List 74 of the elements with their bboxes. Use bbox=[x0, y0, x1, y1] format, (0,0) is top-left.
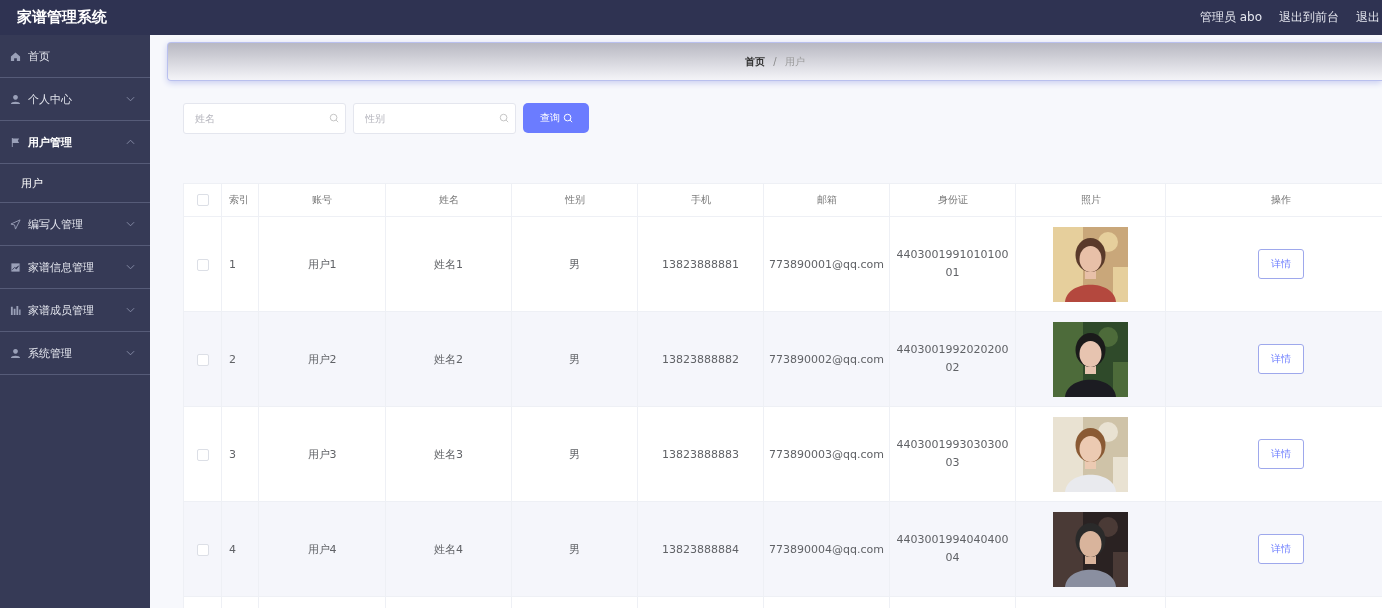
column-header: 手机 bbox=[637, 183, 764, 217]
table-cell: 3 bbox=[221, 406, 259, 502]
sidebar-item[interactable]: 家谱成员管理 bbox=[0, 289, 150, 332]
table-cell: 13823888881 bbox=[637, 216, 764, 312]
table-cell: 姓名2 bbox=[385, 311, 512, 407]
search-icon bbox=[329, 113, 339, 123]
column-header: 操作 bbox=[1165, 183, 1382, 217]
table-cell: 773890002@qq.com bbox=[763, 311, 890, 407]
column-header: 性别 bbox=[511, 183, 638, 217]
user-icon bbox=[10, 347, 21, 359]
app-title: 家谱管理系统 bbox=[17, 8, 107, 27]
table-cell: 773890003@qq.com bbox=[763, 406, 890, 502]
sidebar-item[interactable]: 首页 bbox=[0, 35, 150, 78]
search-field[interactable]: 姓名 bbox=[183, 103, 346, 134]
search-icon bbox=[499, 113, 509, 123]
details-button[interactable]: 详情 bbox=[1257, 344, 1304, 374]
sidebar-subitem[interactable]: 用户 bbox=[0, 164, 150, 203]
flag-icon bbox=[10, 136, 21, 148]
table-cell: 773890001@qq.com bbox=[763, 216, 890, 312]
breadcrumb-separator: / bbox=[773, 56, 777, 67]
header-link[interactable]: 退出 bbox=[1356, 9, 1380, 26]
row-checkbox[interactable] bbox=[196, 543, 209, 556]
table-cell: 姓名3 bbox=[385, 406, 512, 502]
column-header: 账号 bbox=[258, 183, 386, 217]
sidebar-item[interactable]: 用户管理 bbox=[0, 121, 150, 164]
row-checkbox[interactable] bbox=[196, 448, 209, 461]
table-cell: 13823888882 bbox=[637, 311, 764, 407]
table-cell: 男 bbox=[511, 311, 638, 407]
sidebar-item[interactable]: 个人中心 bbox=[0, 78, 150, 121]
table-cell: 男 bbox=[511, 216, 638, 312]
search-icon bbox=[562, 113, 573, 123]
table-cell: 用户2 bbox=[258, 311, 386, 407]
chart-icon bbox=[10, 261, 21, 273]
table-cell: 男 bbox=[511, 406, 638, 502]
table-cell: 13823888883 bbox=[637, 406, 764, 502]
column-header: 邮箱 bbox=[763, 183, 890, 217]
table-cell: 1 bbox=[221, 216, 259, 312]
table-cell: 用户4 bbox=[258, 501, 386, 597]
table-cell: 440300199101010001 bbox=[889, 216, 1016, 312]
row-checkbox[interactable] bbox=[196, 353, 209, 366]
table-cell: 773890004@qq.com bbox=[763, 501, 890, 597]
table-cell: 姓名1 bbox=[385, 216, 512, 312]
breadcrumb-item[interactable]: 首页 bbox=[745, 54, 766, 69]
table-cell: 姓名4 bbox=[385, 501, 512, 597]
sidebar-item[interactable]: 家谱信息管理 bbox=[0, 246, 150, 289]
table-cell: 2 bbox=[221, 311, 259, 407]
table-cell: 440300199303030003 bbox=[889, 406, 1016, 502]
details-button[interactable]: 详情 bbox=[1257, 249, 1304, 279]
table-cell: 13823888884 bbox=[637, 501, 764, 597]
row-checkbox[interactable] bbox=[196, 258, 209, 271]
table-cell: 4 bbox=[221, 501, 259, 597]
column-header: 照片 bbox=[1015, 183, 1166, 217]
table-cell: 用户1 bbox=[258, 216, 386, 312]
column-header: 身份证 bbox=[889, 183, 1016, 217]
search-field[interactable]: 性别 bbox=[353, 103, 516, 134]
table-cell: 440300199404040004 bbox=[889, 501, 1016, 597]
details-button[interactable]: 详情 bbox=[1257, 439, 1304, 469]
breadcrumb-item: 用户 bbox=[784, 54, 805, 69]
bar-chart-icon bbox=[10, 304, 21, 316]
admin-label: 管理员 abo bbox=[1199, 9, 1262, 26]
home-icon bbox=[10, 50, 21, 62]
select-all-checkbox[interactable] bbox=[196, 194, 209, 206]
search-button[interactable]: 查询 bbox=[523, 103, 589, 133]
column-header: 姓名 bbox=[385, 183, 512, 217]
details-button[interactable]: 详情 bbox=[1257, 534, 1304, 564]
table-cell: 440300199202020002 bbox=[889, 311, 1016, 407]
table-cell: 用户3 bbox=[258, 406, 386, 502]
sidebar-item[interactable]: 编写人管理 bbox=[0, 203, 150, 246]
sidebar-item[interactable]: 系统管理 bbox=[0, 332, 150, 375]
header-link[interactable]: 退出到前台 bbox=[1279, 9, 1339, 26]
table-cell: 男 bbox=[511, 501, 638, 597]
paper-plane-icon bbox=[10, 218, 21, 230]
user-icon bbox=[10, 93, 21, 105]
column-header: 索引 bbox=[221, 183, 259, 217]
